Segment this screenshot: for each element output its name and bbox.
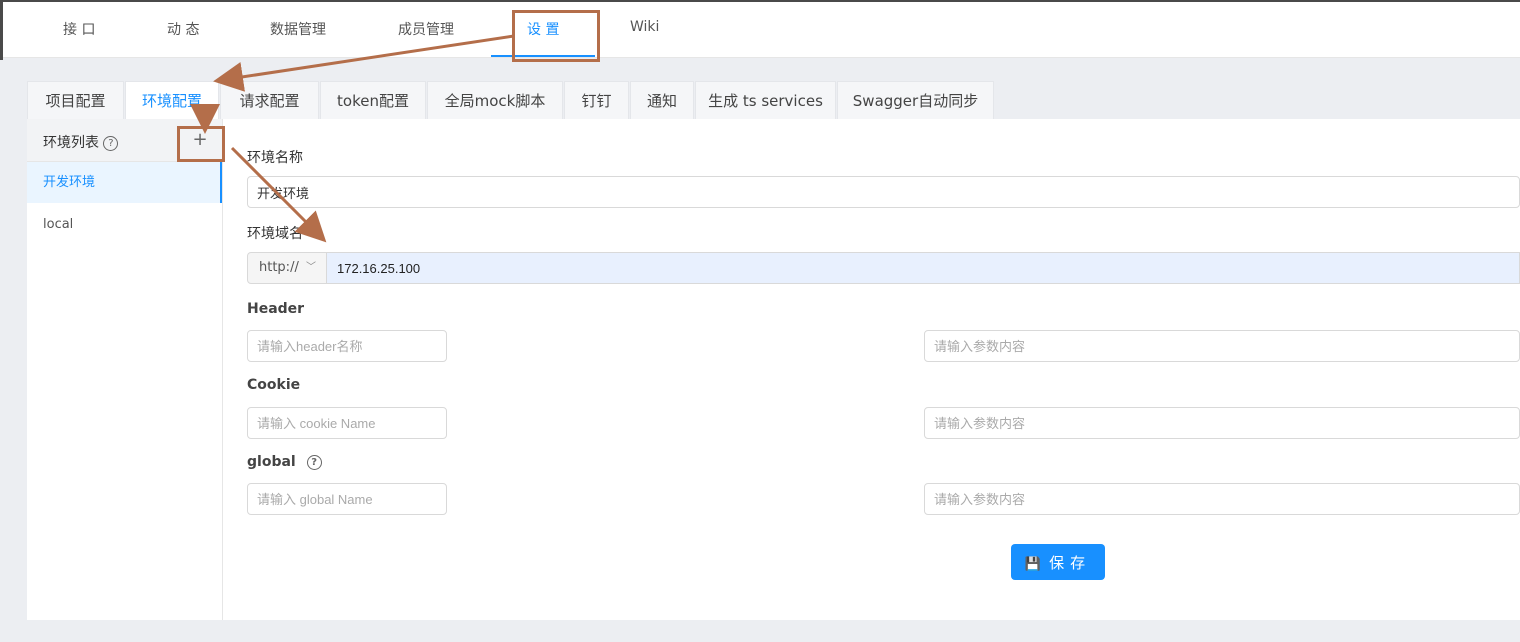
env-item-local[interactable]: local: [27, 204, 222, 245]
env-list-header: 环境列表 ? +: [27, 119, 222, 162]
cookie-label: Cookie: [247, 377, 301, 393]
question-circle-icon[interactable]: ?: [306, 455, 322, 470]
save-icon: 💾: [1024, 556, 1042, 572]
nav-tab-members[interactable]: 成员管理: [398, 19, 454, 39]
nav-active-indicator: [491, 55, 595, 57]
global-name-input[interactable]: [247, 483, 447, 515]
env-list-title: 环境列表 ?: [43, 132, 119, 152]
domain-input[interactable]: [327, 252, 1520, 284]
env-name-label: 环境名称: [247, 150, 303, 166]
header-name-input[interactable]: [247, 330, 447, 362]
cookie-name-input[interactable]: [247, 407, 447, 439]
add-env-button[interactable]: +: [185, 127, 215, 153]
protocol-value: http://: [259, 260, 299, 275]
tab-ts-services[interactable]: 生成 ts services: [695, 81, 836, 119]
tab-swagger-sync[interactable]: Swagger自动同步: [837, 81, 994, 119]
env-name-input[interactable]: [247, 176, 1520, 208]
header-label: Header: [247, 301, 305, 317]
tab-global-mock[interactable]: 全局mock脚本: [427, 81, 563, 119]
env-item-dev[interactable]: 开发环境: [27, 162, 222, 203]
nav-tab-interface[interactable]: 接 口: [63, 19, 95, 39]
header-value-input[interactable]: [924, 330, 1520, 362]
env-list-sidebar: 环境列表 ? + 开发环境 local: [27, 119, 223, 620]
top-nav: 接 口 动 态 数据管理 成员管理 设 置 Wiki: [0, 0, 1520, 60]
save-button[interactable]: 💾 保存: [1011, 544, 1105, 580]
tab-notify[interactable]: 通知: [630, 81, 694, 119]
cookie-value-input[interactable]: [924, 407, 1520, 439]
save-label: 保存: [1049, 553, 1092, 572]
env-config-panel: 环境列表 ? + 开发环境 local 环境名称 环境域名 http:// ﹀ …: [27, 119, 1520, 620]
tab-env-config[interactable]: 环境配置: [125, 81, 219, 119]
tab-token-config[interactable]: token配置: [320, 81, 426, 119]
nav-tab-data[interactable]: 数据管理: [270, 19, 326, 39]
window-border: [0, 0, 3, 60]
tab-dingtalk[interactable]: 钉钉: [564, 81, 629, 119]
global-label-text: global: [247, 454, 296, 470]
global-value-input[interactable]: [924, 483, 1520, 515]
plus-icon: +: [192, 129, 208, 150]
nav-tab-wiki[interactable]: Wiki: [630, 19, 659, 35]
nav-tab-settings[interactable]: 设 置: [527, 19, 559, 39]
question-circle-icon[interactable]: ?: [103, 136, 119, 151]
env-list-title-text: 环境列表: [43, 135, 99, 151]
protocol-select[interactable]: http:// ﹀: [247, 252, 327, 284]
chevron-down-icon: ﹀: [306, 262, 316, 273]
tab-request-config[interactable]: 请求配置: [220, 81, 319, 119]
env-domain-label: 环境域名: [247, 226, 303, 242]
window-border: [0, 0, 1520, 2]
tab-project-config[interactable]: 项目配置: [27, 81, 124, 119]
global-label: global ?: [247, 454, 322, 470]
nav-tab-activity[interactable]: 动 态: [167, 19, 199, 39]
